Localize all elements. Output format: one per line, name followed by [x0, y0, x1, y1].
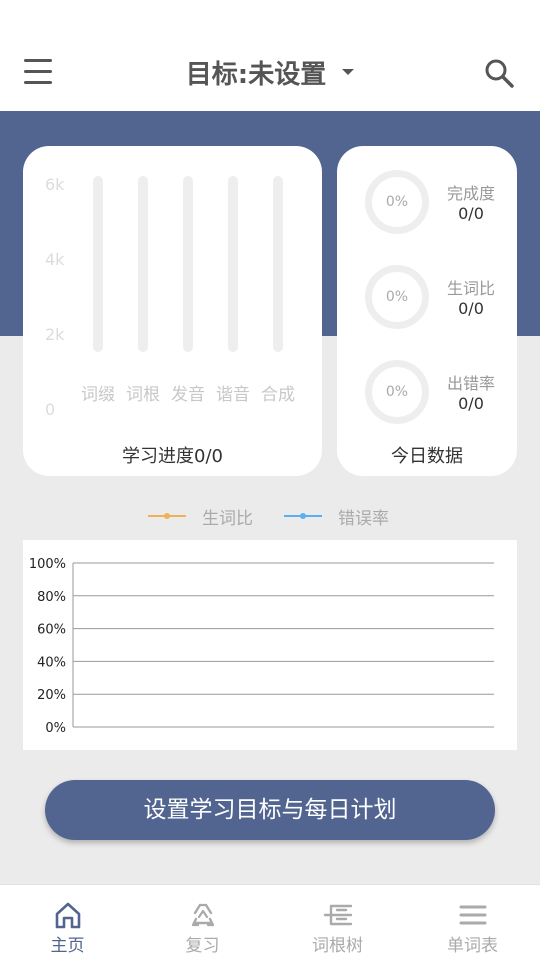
new-word-ratio-label: 生词比 — [446, 279, 495, 298]
y-tick-label: 0% — [45, 721, 66, 736]
legend-label: 生词比 — [202, 509, 253, 529]
tab-label: 复习 — [185, 936, 220, 956]
bottom-tab-bar: 主页 复习 词根树 单词表 — [0, 884, 540, 960]
error-rate-label: 出错率 — [446, 374, 495, 393]
bar-affix — [93, 176, 103, 352]
completion-percent: 0% — [385, 194, 409, 210]
tab-review[interactable]: 复习 — [135, 885, 270, 960]
legend-dot-icon — [164, 513, 170, 519]
tab-word-list[interactable]: 单词表 — [405, 885, 540, 960]
new-word-ratio-percent: 0% — [385, 289, 409, 305]
tab-home[interactable]: 主页 — [0, 885, 135, 960]
bar-pronunciation — [183, 176, 193, 352]
y-tick-label: 60% — [37, 623, 66, 638]
line-chart-svg: 100% 80% 60% 40% 20% 0% — [29, 557, 494, 736]
y-tick-label: 80% — [37, 590, 66, 605]
completion-label: 完成度 — [446, 184, 495, 203]
goal-dropdown[interactable]: 目标:未设置 — [0, 54, 540, 91]
tab-label: 单词表 — [447, 936, 498, 956]
completion-value: 0/0 — [458, 204, 484, 223]
goal-title: 目标:未设置 — [185, 60, 327, 90]
bar-compound — [273, 176, 283, 352]
caret-down-icon — [342, 68, 355, 75]
bar-label: 合成 — [261, 385, 295, 405]
y-tick: 2k — [45, 325, 65, 344]
bar-label: 谐音 — [216, 385, 250, 405]
bar-label: 词根 — [126, 385, 160, 405]
y-tick: 6k — [45, 175, 65, 194]
study-progress-card: 6k 4k 2k 0 词缀 词根 发音 谐音 合成 学习进度0/0 — [23, 146, 322, 476]
y-tick-label: 100% — [29, 557, 66, 572]
completion-ring: 0% — [365, 170, 429, 234]
new-word-ratio-ring: 0% — [365, 265, 429, 329]
tab-label: 词根树 — [312, 936, 363, 956]
legend-label: 错误率 — [338, 509, 389, 529]
trend-line-chart: 100% 80% 60% 40% 20% 0% — [23, 540, 517, 750]
y-tick: 0 — [45, 400, 56, 419]
error-rate-ring: 0% — [365, 360, 429, 424]
bar-root — [138, 176, 148, 352]
top-app-bar: 目标:未设置 — [0, 0, 540, 111]
home-icon — [55, 902, 81, 929]
set-goal-button[interactable]: 设置学习目标与每日计划 — [45, 780, 495, 840]
today-data-card: 0% 完成度 0/0 0% 生词比 0/0 0% 出错率 0/0 今日数据 — [337, 146, 517, 476]
error-rate-percent: 0% — [385, 384, 409, 400]
list-icon — [459, 905, 487, 925]
y-tick: 4k — [45, 250, 65, 269]
today-data-caption: 今日数据 — [391, 446, 463, 467]
tab-label: 主页 — [50, 936, 85, 956]
error-rate-value: 0/0 — [458, 394, 484, 413]
tab-root-tree[interactable]: 词根树 — [270, 885, 405, 960]
tree-icon — [323, 904, 353, 926]
bar-label: 词缀 — [81, 385, 115, 405]
y-tick-label: 20% — [37, 688, 66, 703]
bar-label: 发音 — [171, 385, 205, 405]
new-word-ratio-value: 0/0 — [458, 299, 484, 318]
legend-dot-icon — [300, 513, 306, 519]
study-progress-caption: 学习进度0/0 — [122, 446, 223, 467]
y-tick-label: 40% — [37, 655, 66, 670]
chart-legend: 生词比 错误率 — [0, 504, 540, 529]
bar-homophone — [228, 176, 238, 352]
search-icon[interactable] — [482, 56, 516, 90]
recycle-icon — [191, 903, 215, 927]
